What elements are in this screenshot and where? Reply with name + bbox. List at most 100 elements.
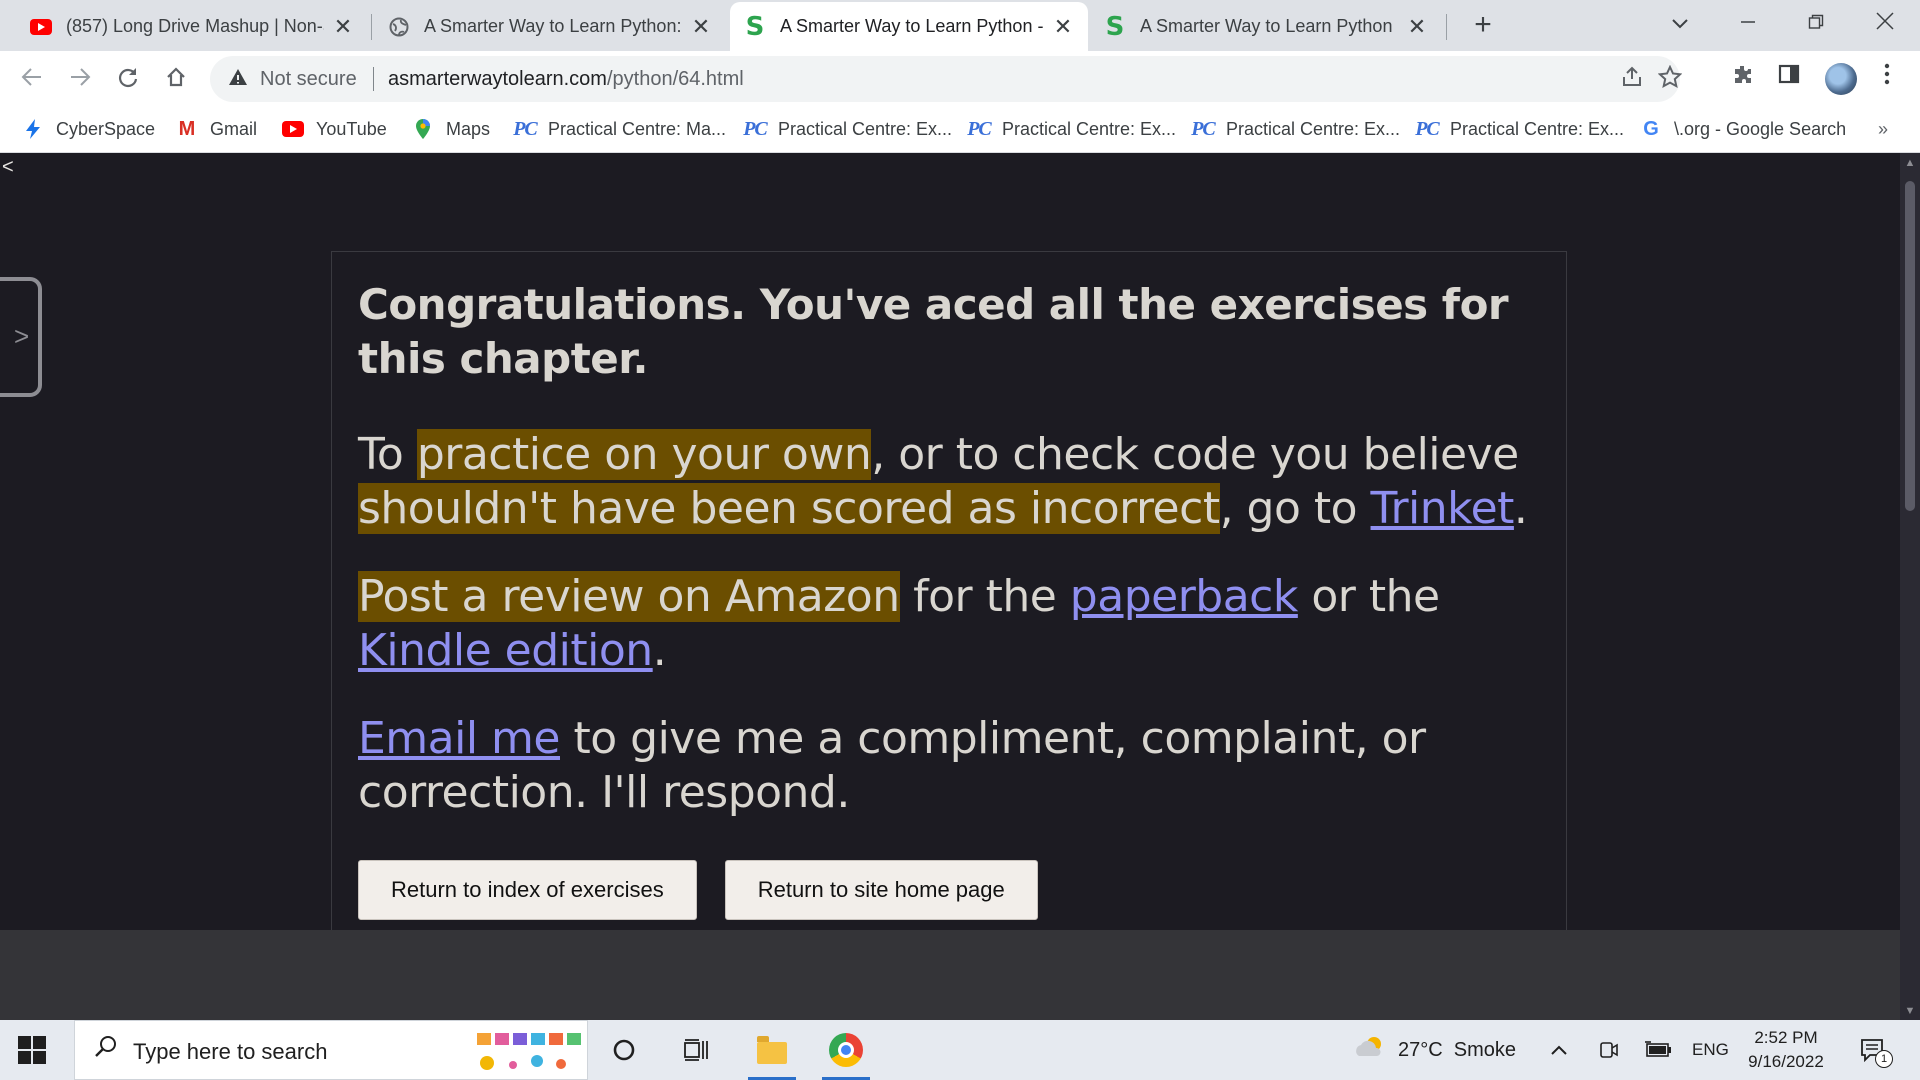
close-icon[interactable]: ✕ bbox=[1052, 14, 1074, 40]
close-icon[interactable]: ✕ bbox=[332, 14, 354, 40]
web-page: < > Congratulations. You've aced all the… bbox=[0, 153, 1900, 931]
security-label[interactable]: Not secure bbox=[260, 68, 357, 91]
bookmark-youtube[interactable]: YouTube bbox=[282, 115, 387, 143]
scrollbar-thumb[interactable] bbox=[1905, 181, 1915, 511]
bookmark-practical-centre-4[interactable]: PC Practical Centre: Ex... bbox=[1191, 115, 1401, 143]
language-indicator[interactable]: ENG bbox=[1692, 1020, 1729, 1080]
system-clock[interactable]: 2:52 PM 9/16/2022 bbox=[1736, 1026, 1836, 1074]
restore-icon[interactable] bbox=[1781, 0, 1851, 45]
bookmark-label: Practical Centre: Ex... bbox=[1226, 118, 1401, 139]
kindle-edition-link[interactable]: Kindle edition bbox=[358, 625, 653, 676]
highlight-review: Post a review on Amazon bbox=[358, 571, 900, 622]
clock-date: 9/16/2022 bbox=[1748, 1052, 1824, 1071]
close-icon[interactable]: ✕ bbox=[690, 14, 712, 40]
tab-divider bbox=[1446, 14, 1447, 40]
bookmark-practical-centre-2[interactable]: PC Practical Centre: Ex... bbox=[743, 115, 953, 143]
bookmark-label: Practical Centre: Ex... bbox=[1450, 118, 1625, 139]
tab-title: A Smarter Way to Learn Python: I bbox=[424, 16, 682, 36]
address-bar[interactable]: Not secure asmarterwaytolearn.com/python… bbox=[210, 56, 1683, 102]
share-icon[interactable] bbox=[1620, 65, 1644, 96]
scroll-down-arrow-icon[interactable]: ▼ bbox=[1900, 1001, 1920, 1021]
back-arrow-icon[interactable] bbox=[14, 61, 50, 97]
tab-python-other[interactable]: S A Smarter Way to Learn Python - ✕ bbox=[1090, 2, 1442, 51]
tab-title: (857) Long Drive Mashup | Non-S bbox=[66, 16, 324, 36]
file-explorer-icon[interactable] bbox=[740, 1020, 804, 1080]
forward-arrow-icon[interactable] bbox=[62, 61, 98, 97]
highlight-practice: practice on your own bbox=[416, 429, 872, 480]
home-icon[interactable] bbox=[158, 61, 194, 97]
email-me-link[interactable]: Email me bbox=[358, 713, 561, 764]
search-placeholder: Type here to search bbox=[133, 1039, 328, 1064]
bookmark-label: Maps bbox=[446, 118, 491, 139]
bookmark-label: Practical Centre: Ma... bbox=[548, 118, 727, 139]
scroll-up-arrow-icon[interactable]: ▲ bbox=[1900, 153, 1920, 173]
bookmark-practical-centre-5[interactable]: PC Practical Centre: Ex... bbox=[1415, 115, 1625, 143]
bookmark-practical-centre-1[interactable]: PC Practical Centre: Ma... bbox=[513, 115, 727, 143]
tab-python-index[interactable]: A Smarter Way to Learn Python: I ✕ bbox=[374, 2, 726, 51]
cortana-icon[interactable] bbox=[592, 1020, 656, 1080]
profile-avatar[interactable] bbox=[1825, 63, 1857, 95]
pc-icon: PC bbox=[513, 117, 538, 140]
tab-title: A Smarter Way to Learn Python - bbox=[1140, 16, 1398, 36]
tab-youtube[interactable]: (857) Long Drive Mashup | Non-S ✕ bbox=[16, 2, 368, 51]
extensions-puzzle-icon[interactable] bbox=[1728, 63, 1758, 93]
bookmark-maps[interactable]: Maps bbox=[412, 115, 490, 143]
s-logo-icon: S bbox=[745, 11, 765, 42]
return-to-index-button[interactable]: Return to index of exercises bbox=[358, 860, 697, 920]
bookmark-label: CyberSpace bbox=[56, 118, 156, 139]
weather-widget[interactable]: 27°C Smoke bbox=[1354, 1020, 1516, 1080]
minimize-icon[interactable] bbox=[1713, 0, 1783, 45]
review-paragraph: Post a review on Amazon for the paperbac… bbox=[358, 571, 1440, 676]
bookmark-label: Gmail bbox=[210, 118, 258, 139]
search-highlight-decoration-icon bbox=[477, 1033, 581, 1070]
side-drawer-tab[interactable]: > bbox=[0, 277, 42, 397]
battery-icon[interactable] bbox=[1644, 1020, 1672, 1080]
tab-search-chevron-icon[interactable] bbox=[1645, 0, 1715, 45]
reload-icon[interactable] bbox=[110, 61, 146, 97]
youtube-icon bbox=[30, 16, 52, 38]
bookmark-label: YouTube bbox=[316, 118, 387, 139]
notification-center-icon[interactable]: 1 bbox=[1860, 1038, 1893, 1068]
close-icon[interactable]: ✕ bbox=[1406, 14, 1428, 40]
show-hidden-icons-chevron-icon[interactable] bbox=[1550, 1020, 1568, 1080]
highlight-incorrect: shouldn't have been scored as incorrect bbox=[358, 483, 1220, 534]
maps-icon bbox=[412, 118, 434, 140]
practice-paragraph: To practice on your own, or to check cod… bbox=[358, 429, 1528, 534]
tab-title: A Smarter Way to Learn Python - bbox=[780, 16, 1044, 36]
bookmark-google-search[interactable]: G \.org - Google Search bbox=[1640, 115, 1846, 143]
side-panel-icon[interactable] bbox=[1774, 63, 1804, 93]
new-tab-button[interactable]: + bbox=[1466, 8, 1500, 42]
bookmark-label: Practical Centre: Ex... bbox=[1002, 118, 1177, 139]
weather-text: 27°C Smoke bbox=[1398, 1038, 1517, 1061]
page-back-chevron-icon[interactable]: < bbox=[2, 156, 14, 179]
bookmark-practical-centre-3[interactable]: PC Practical Centre: Ex... bbox=[967, 115, 1177, 143]
tab-python-active[interactable]: S A Smarter Way to Learn Python - ✕ bbox=[730, 2, 1088, 51]
chrome-icon[interactable] bbox=[814, 1020, 878, 1080]
page-title: Congratulations. You've aced all the exe… bbox=[358, 280, 1509, 383]
paperback-link[interactable]: paperback bbox=[1070, 571, 1299, 622]
bookmark-cyberspace[interactable]: CyberSpace bbox=[22, 115, 155, 143]
meet-now-icon[interactable] bbox=[1598, 1020, 1620, 1080]
bookmark-star-icon[interactable] bbox=[1657, 64, 1683, 96]
window-close-icon[interactable] bbox=[1850, 0, 1920, 45]
chevron-right-icon: > bbox=[14, 321, 30, 351]
bookmark-label: Practical Centre: Ex... bbox=[778, 118, 953, 139]
warning-icon[interactable] bbox=[228, 67, 248, 93]
completion-panel: Congratulations. You've aced all the exe… bbox=[331, 251, 1567, 931]
cyberspace-icon bbox=[22, 118, 44, 140]
bookmarks-overflow-chevron-icon[interactable]: » bbox=[1878, 119, 1888, 140]
windows-start-icon[interactable] bbox=[18, 1036, 46, 1064]
task-view-icon[interactable] bbox=[664, 1020, 728, 1080]
taskbar-search-box[interactable]: Type here to search bbox=[74, 1020, 588, 1080]
return-to-home-button[interactable]: Return to site home page bbox=[724, 860, 1038, 920]
bookmarks-bar: CyberSpace M Gmail YouTube Maps PC Pract… bbox=[0, 107, 1920, 153]
tab-divider bbox=[371, 14, 372, 40]
trinket-link[interactable]: Trinket bbox=[1371, 483, 1515, 534]
tab-strip: (857) Long Drive Mashup | Non-S ✕ A Smar… bbox=[0, 0, 1920, 51]
pc-icon: PC bbox=[1415, 117, 1440, 140]
vertical-scrollbar[interactable]: ▲ ▼ bbox=[1900, 153, 1920, 1021]
url-text[interactable]: asmarterwaytolearn.com/python/64.html bbox=[388, 68, 744, 91]
more-menu-icon[interactable] bbox=[1872, 63, 1902, 93]
bookmark-gmail[interactable]: M Gmail bbox=[176, 115, 257, 143]
pc-icon: PC bbox=[743, 117, 768, 140]
